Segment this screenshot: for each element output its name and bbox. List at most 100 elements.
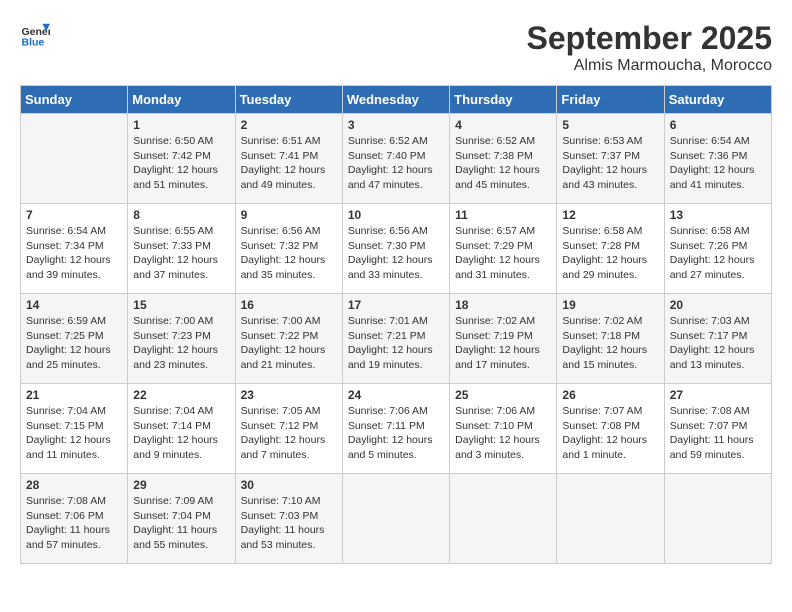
weekday-saturday: Saturday (664, 86, 771, 114)
calendar-cell: 18 Sunrise: 7:02 AMSunset: 7:19 PMDayligh… (450, 294, 557, 384)
day-info: Sunrise: 6:59 AMSunset: 7:25 PMDaylight:… (26, 314, 122, 373)
week-row-2: 7 Sunrise: 6:54 AMSunset: 7:34 PMDaylight… (21, 204, 772, 294)
day-number: 4 (455, 118, 551, 132)
calendar-cell: 14 Sunrise: 6:59 AMSunset: 7:25 PMDayligh… (21, 294, 128, 384)
day-info: Sunrise: 6:53 AMSunset: 7:37 PMDaylight:… (562, 134, 658, 193)
day-info: Sunrise: 7:00 AMSunset: 7:22 PMDaylight:… (241, 314, 337, 373)
calendar-cell: 29 Sunrise: 7:09 AMSunset: 7:04 PMDayligh… (128, 474, 235, 564)
day-number: 26 (562, 388, 658, 402)
day-number: 23 (241, 388, 337, 402)
title-area: September 2025 Almis Marmoucha, Morocco (527, 20, 772, 75)
day-number: 22 (133, 388, 229, 402)
day-info: Sunrise: 7:04 AMSunset: 7:15 PMDaylight:… (26, 404, 122, 463)
location-title: Almis Marmoucha, Morocco (527, 57, 772, 75)
day-number: 20 (670, 298, 766, 312)
calendar-cell: 10 Sunrise: 6:56 AMSunset: 7:30 PMDayligh… (342, 204, 449, 294)
day-number: 8 (133, 208, 229, 222)
day-number: 9 (241, 208, 337, 222)
day-number: 6 (670, 118, 766, 132)
day-info: Sunrise: 7:07 AMSunset: 7:08 PMDaylight:… (562, 404, 658, 463)
calendar-table: SundayMondayTuesdayWednesdayThursdayFrid… (20, 85, 772, 564)
day-info: Sunrise: 6:52 AMSunset: 7:38 PMDaylight:… (455, 134, 551, 193)
day-info: Sunrise: 7:08 AMSunset: 7:07 PMDaylight:… (670, 404, 766, 463)
calendar-cell: 5 Sunrise: 6:53 AMSunset: 7:37 PMDaylight… (557, 114, 664, 204)
week-row-4: 21 Sunrise: 7:04 AMSunset: 7:15 PMDayligh… (21, 384, 772, 474)
calendar-cell: 9Sunrise: 6:56 AMSunset: 7:32 PMDaylight… (235, 204, 342, 294)
calendar-cell: 25Sunrise: 7:06 AMSunset: 7:10 PMDayligh… (450, 384, 557, 474)
day-info: Sunrise: 6:52 AMSunset: 7:40 PMDaylight:… (348, 134, 444, 193)
calendar-cell: 12Sunrise: 6:58 AMSunset: 7:28 PMDayligh… (557, 204, 664, 294)
calendar-cell: 24Sunrise: 7:06 AMSunset: 7:11 PMDayligh… (342, 384, 449, 474)
month-title: September 2025 (527, 20, 772, 57)
day-info: Sunrise: 7:10 AMSunset: 7:03 PMDaylight:… (241, 494, 337, 553)
weekday-wednesday: Wednesday (342, 86, 449, 114)
day-info: Sunrise: 6:57 AMSunset: 7:29 PMDaylight:… (455, 224, 551, 283)
weekday-tuesday: Tuesday (235, 86, 342, 114)
day-number: 5 (562, 118, 658, 132)
calendar-cell: 4 Sunrise: 6:52 AMSunset: 7:38 PMDaylight… (450, 114, 557, 204)
day-info: Sunrise: 6:54 AMSunset: 7:36 PMDaylight:… (670, 134, 766, 193)
day-info: Sunrise: 6:51 AMSunset: 7:41 PMDaylight:… (241, 134, 337, 193)
calendar-cell: 30 Sunrise: 7:10 AMSunset: 7:03 PMDayligh… (235, 474, 342, 564)
day-number: 7 (26, 208, 122, 222)
calendar-cell: 21 Sunrise: 7:04 AMSunset: 7:15 PMDayligh… (21, 384, 128, 474)
calendar-cell (450, 474, 557, 564)
logo-icon: General Blue (20, 20, 50, 50)
day-number: 11 (455, 208, 551, 222)
day-info: Sunrise: 7:05 AMSunset: 7:12 PMDaylight:… (241, 404, 337, 463)
calendar-body: 1 Sunrise: 6:50 AMSunset: 7:42 PMDaylight… (21, 114, 772, 564)
svg-text:Blue: Blue (22, 37, 45, 49)
day-number: 3 (348, 118, 444, 132)
calendar-cell: 1 Sunrise: 6:50 AMSunset: 7:42 PMDaylight… (128, 114, 235, 204)
header: General Blue September 2025 Almis Marmou… (20, 20, 772, 75)
day-number: 14 (26, 298, 122, 312)
calendar-cell: 17Sunrise: 7:01 AMSunset: 7:21 PMDayligh… (342, 294, 449, 384)
calendar-cell (21, 114, 128, 204)
calendar-cell: 2 Sunrise: 6:51 AMSunset: 7:41 PMDaylight… (235, 114, 342, 204)
calendar-cell: 7 Sunrise: 6:54 AMSunset: 7:34 PMDaylight… (21, 204, 128, 294)
day-info: Sunrise: 6:50 AMSunset: 7:42 PMDaylight:… (133, 134, 229, 193)
calendar-cell: 15 Sunrise: 7:00 AMSunset: 7:23 PMDayligh… (128, 294, 235, 384)
day-number: 12 (562, 208, 658, 222)
calendar-cell: 16 Sunrise: 7:00 AMSunset: 7:22 PMDayligh… (235, 294, 342, 384)
calendar-cell: 13Sunrise: 6:58 AMSunset: 7:26 PMDayligh… (664, 204, 771, 294)
day-number: 28 (26, 478, 122, 492)
day-number: 21 (26, 388, 122, 402)
day-info: Sunrise: 6:55 AMSunset: 7:33 PMDaylight:… (133, 224, 229, 283)
day-info: Sunrise: 7:00 AMSunset: 7:23 PMDaylight:… (133, 314, 229, 373)
calendar-cell: 22Sunrise: 7:04 AMSunset: 7:14 PMDayligh… (128, 384, 235, 474)
calendar-cell: 23 Sunrise: 7:05 AMSunset: 7:12 PMDayligh… (235, 384, 342, 474)
calendar-cell: 20 Sunrise: 7:03 AMSunset: 7:17 PMDayligh… (664, 294, 771, 384)
day-number: 30 (241, 478, 337, 492)
day-info: Sunrise: 7:09 AMSunset: 7:04 PMDaylight:… (133, 494, 229, 553)
day-number: 10 (348, 208, 444, 222)
day-number: 24 (348, 388, 444, 402)
calendar-cell: 6 Sunrise: 6:54 AMSunset: 7:36 PMDaylight… (664, 114, 771, 204)
weekday-monday: Monday (128, 86, 235, 114)
week-row-1: 1 Sunrise: 6:50 AMSunset: 7:42 PMDaylight… (21, 114, 772, 204)
calendar-cell: 8 Sunrise: 6:55 AMSunset: 7:33 PMDaylight… (128, 204, 235, 294)
calendar-cell (664, 474, 771, 564)
weekday-header-row: SundayMondayTuesdayWednesdayThursdayFrid… (21, 86, 772, 114)
day-number: 13 (670, 208, 766, 222)
day-info: Sunrise: 6:54 AMSunset: 7:34 PMDaylight:… (26, 224, 122, 283)
calendar-cell: 27Sunrise: 7:08 AMSunset: 7:07 PMDayligh… (664, 384, 771, 474)
day-number: 16 (241, 298, 337, 312)
day-info: Sunrise: 6:56 AMSunset: 7:30 PMDaylight:… (348, 224, 444, 283)
day-number: 18 (455, 298, 551, 312)
calendar-cell: 11 Sunrise: 6:57 AMSunset: 7:29 PMDayligh… (450, 204, 557, 294)
weekday-thursday: Thursday (450, 86, 557, 114)
weekday-sunday: Sunday (21, 86, 128, 114)
day-info: Sunrise: 7:02 AMSunset: 7:19 PMDaylight:… (455, 314, 551, 373)
day-number: 1 (133, 118, 229, 132)
day-number: 15 (133, 298, 229, 312)
calendar-cell (342, 474, 449, 564)
day-number: 2 (241, 118, 337, 132)
day-number: 29 (133, 478, 229, 492)
week-row-3: 14 Sunrise: 6:59 AMSunset: 7:25 PMDayligh… (21, 294, 772, 384)
day-info: Sunrise: 7:01 AMSunset: 7:21 PMDaylight:… (348, 314, 444, 373)
day-info: Sunrise: 7:03 AMSunset: 7:17 PMDaylight:… (670, 314, 766, 373)
day-info: Sunrise: 7:06 AMSunset: 7:10 PMDaylight:… (455, 404, 551, 463)
calendar-cell: 19Sunrise: 7:02 AMSunset: 7:18 PMDayligh… (557, 294, 664, 384)
calendar-cell (557, 474, 664, 564)
